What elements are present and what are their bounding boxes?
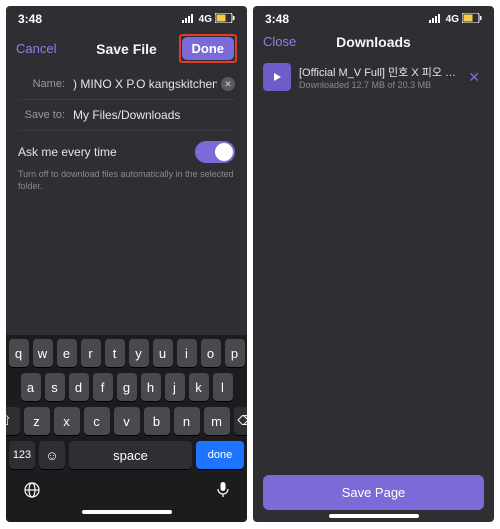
navbar: Cancel Save File Done <box>6 28 247 69</box>
key-g[interactable]: g <box>117 373 137 401</box>
key-j[interactable]: j <box>165 373 185 401</box>
saveto-label: Save to: <box>18 109 73 121</box>
home-indicator[interactable] <box>82 510 172 514</box>
key-e[interactable]: e <box>57 339 77 367</box>
cancel-download-icon[interactable]: ✕ <box>464 69 484 86</box>
saveto-row[interactable]: Save to: My Files/Downloads <box>6 100 247 130</box>
keyboard-row-2: asdfghjkl <box>9 373 244 401</box>
cancel-button[interactable]: Cancel <box>16 41 56 56</box>
shift-key[interactable]: ⇧ <box>6 407 20 435</box>
navbar: Close Downloads <box>253 28 494 55</box>
file-thumb-icon <box>263 63 291 91</box>
keyboard: qwertyuiop asdfghjkl ⇧ zxcvbnm ⌫ 123 ☺ s… <box>6 335 247 522</box>
key-w[interactable]: w <box>33 339 53 367</box>
key-b[interactable]: b <box>144 407 170 435</box>
key-a[interactable]: a <box>21 373 41 401</box>
key-y[interactable]: y <box>129 339 149 367</box>
status-right: 4G <box>429 12 482 26</box>
done-button[interactable]: Done <box>182 37 235 60</box>
saveto-value: My Files/Downloads <box>73 108 235 122</box>
ask-row: Ask me every time <box>6 131 247 167</box>
status-bar: 3:48 4G <box>253 6 494 28</box>
keyboard-row-4: 123 ☺ space done <box>9 441 244 469</box>
key-f[interactable]: f <box>93 373 113 401</box>
status-right: 4G <box>182 12 235 26</box>
save-file-screen: 3:48 4G Cancel Save File Done Name: ) MI… <box>6 6 247 522</box>
name-input[interactable]: ) MINO X P.O kangskitchen2 Main Theme.r <box>73 77 217 91</box>
key-o[interactable]: o <box>201 339 221 367</box>
battery-icon <box>215 12 235 26</box>
key-n[interactable]: n <box>174 407 200 435</box>
home-indicator[interactable] <box>329 514 419 518</box>
keyboard-row-1: qwertyuiop <box>9 339 244 367</box>
key-r[interactable]: r <box>81 339 101 367</box>
download-text: [Official M_V Full] 민호 X 피오 - 쓰담쓰담 (… Do… <box>299 64 456 90</box>
key-z[interactable]: z <box>24 407 50 435</box>
key-m[interactable]: m <box>204 407 230 435</box>
signal-icon <box>429 12 443 26</box>
key-x[interactable]: x <box>54 407 80 435</box>
space-key[interactable]: space <box>69 441 192 469</box>
download-title: [Official M_V Full] 민호 X 피오 - 쓰담쓰담 (… <box>299 64 456 80</box>
name-label: Name: <box>18 78 73 90</box>
network-label: 4G <box>199 14 212 25</box>
status-time: 3:48 <box>18 12 42 26</box>
key-v[interactable]: v <box>114 407 140 435</box>
ask-toggle[interactable] <box>195 141 235 163</box>
keyboard-bottom-row <box>9 475 244 506</box>
key-p[interactable]: p <box>225 339 245 367</box>
numbers-key[interactable]: 123 <box>9 441 35 469</box>
mic-icon[interactable] <box>216 481 230 504</box>
key-t[interactable]: t <box>105 339 125 367</box>
ask-hint: Turn off to download files automatically… <box>6 167 247 202</box>
clear-text-icon[interactable]: ✕ <box>221 77 235 91</box>
name-row: Name: ) MINO X P.O kangskitchen2 Main Th… <box>6 69 247 99</box>
download-progress: Downloaded 12.7 MB of 20.3 MB <box>299 80 456 90</box>
status-time: 3:48 <box>265 12 289 26</box>
globe-icon[interactable] <box>23 481 41 504</box>
network-label: 4G <box>446 14 459 25</box>
save-page-button[interactable]: Save Page <box>263 475 484 510</box>
backspace-key[interactable]: ⌫ <box>234 407 248 435</box>
battery-icon <box>462 12 482 26</box>
ask-label: Ask me every time <box>18 145 117 159</box>
key-c[interactable]: c <box>84 407 110 435</box>
emoji-key[interactable]: ☺ <box>39 441 65 469</box>
key-l[interactable]: l <box>213 373 233 401</box>
key-q[interactable]: q <box>9 339 29 367</box>
key-h[interactable]: h <box>141 373 161 401</box>
key-s[interactable]: s <box>45 373 65 401</box>
key-u[interactable]: u <box>153 339 173 367</box>
key-k[interactable]: k <box>189 373 209 401</box>
close-button[interactable]: Close <box>263 34 296 49</box>
key-d[interactable]: d <box>69 373 89 401</box>
downloads-screen: 3:48 4G Close Downloads [Official M_V Fu… <box>253 6 494 522</box>
key-i[interactable]: i <box>177 339 197 367</box>
download-item[interactable]: [Official M_V Full] 민호 X 피오 - 쓰담쓰담 (… Do… <box>253 55 494 99</box>
signal-icon <box>182 12 196 26</box>
keyboard-done-key[interactable]: done <box>196 441 244 469</box>
keyboard-row-3: ⇧ zxcvbnm ⌫ <box>9 407 244 435</box>
status-bar: 3:48 4G <box>6 6 247 28</box>
done-highlight: Done <box>179 34 238 63</box>
